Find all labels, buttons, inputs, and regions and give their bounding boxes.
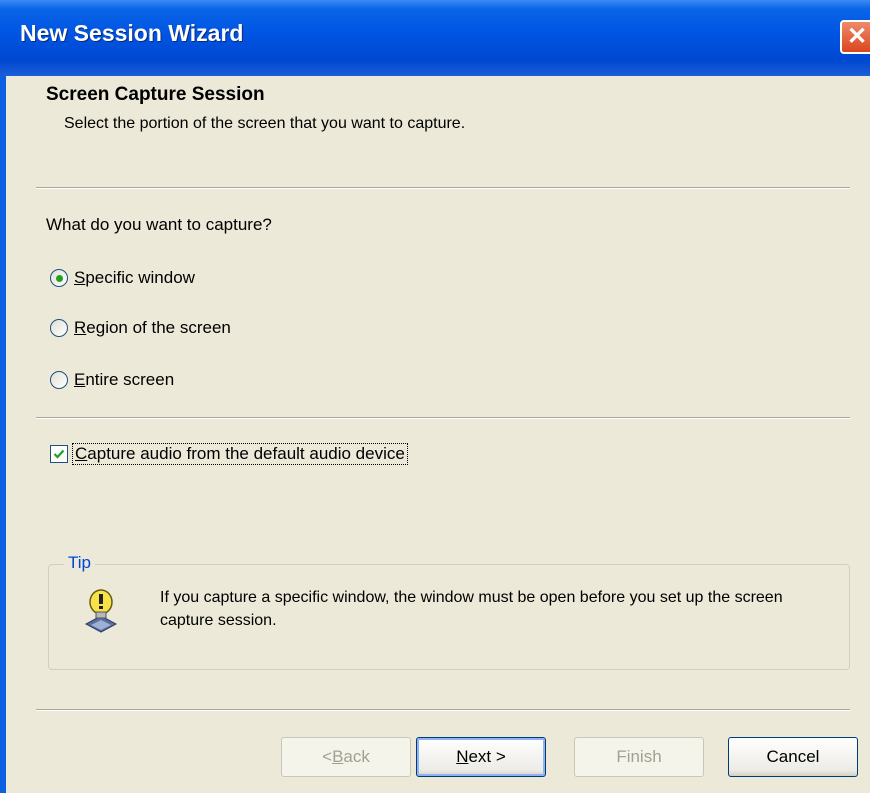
checkbox-label: Capture audio from the default audio dev… xyxy=(72,443,408,465)
checkbox[interactable] xyxy=(50,445,68,463)
wizard-window: New Session Wizard ✕ Screen Capture Sess… xyxy=(0,0,870,793)
page-subtitle: Select the portion of the screen that yo… xyxy=(64,115,466,132)
radio-specific-window[interactable]: Specific window xyxy=(50,268,195,288)
tip-text: If you capture a specific window, the wi… xyxy=(160,589,783,629)
radio-label: Specific window xyxy=(74,268,195,287)
header-divider xyxy=(36,187,850,189)
back-button[interactable]: < Back xyxy=(281,737,411,777)
page-title: Screen Capture Session xyxy=(46,84,265,105)
checkmark-icon xyxy=(53,449,65,459)
next-button[interactable]: Next > xyxy=(416,737,546,777)
wizard-header: Screen Capture Session Select the portio… xyxy=(6,76,870,186)
radio-selected-dot xyxy=(55,274,63,282)
radio-entire-screen[interactable]: Entire screen xyxy=(50,370,174,390)
finish-button[interactable]: Finish xyxy=(574,737,704,777)
radio-label: Entire screen xyxy=(74,370,175,389)
radio-button[interactable] xyxy=(50,319,68,337)
lightbulb-icon xyxy=(78,586,124,643)
capture-audio-checkbox[interactable]: Capture audio from the default audio dev… xyxy=(50,443,408,465)
radio-button[interactable] xyxy=(50,269,68,287)
radio-label: Region of the screen xyxy=(74,318,231,337)
title-bar[interactable]: New Session Wizard ✕ xyxy=(0,0,870,76)
window-title: New Session Wizard xyxy=(20,20,244,46)
footer-divider xyxy=(36,709,850,711)
close-button[interactable]: ✕ xyxy=(840,20,870,54)
options-divider xyxy=(36,417,850,419)
radio-button[interactable] xyxy=(50,371,68,389)
cancel-button[interactable]: Cancel xyxy=(728,737,858,777)
close-icon: ✕ xyxy=(846,23,868,50)
radio-region-of-screen[interactable]: Region of the screen xyxy=(50,318,231,338)
capture-question: What do you want to capture? xyxy=(46,215,272,234)
tip-legend: Tip xyxy=(64,553,95,573)
